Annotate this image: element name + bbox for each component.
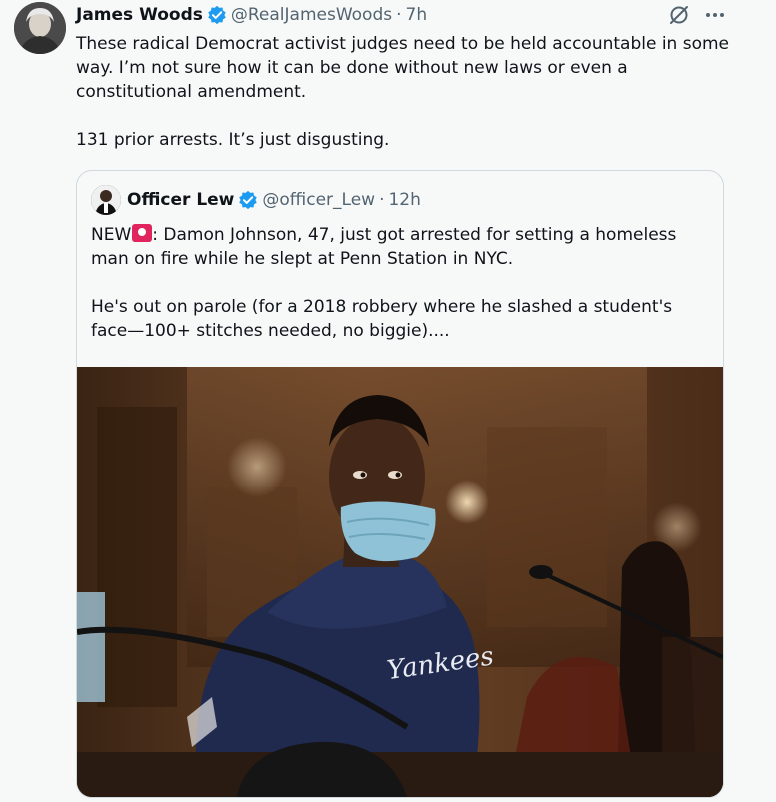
quoted-header-separator: · — [379, 190, 385, 210]
quoted-paragraph: He's out on parole (for a 2018 robbery w… — [91, 297, 673, 341]
grok-icon[interactable] — [668, 4, 690, 26]
quoted-author-avatar-image — [91, 185, 121, 215]
more-options-icon[interactable] — [704, 10, 726, 20]
quoted-author-name[interactable]: Officer Lew — [127, 189, 234, 211]
quoted-tweet-card[interactable]: Officer Lew @officer_Lew · 12h NEW: Damo… — [76, 170, 724, 798]
tweet-body: These radical Democrat activist judges n… — [76, 32, 736, 152]
new-label: NEW — [91, 225, 132, 245]
author-avatar[interactable] — [14, 2, 66, 54]
tweet-top-actions — [668, 4, 726, 26]
author-name[interactable]: James Woods — [76, 4, 203, 26]
author-handle[interactable]: @RealJamesWoods — [231, 4, 392, 26]
header-separator: · — [396, 5, 402, 25]
author-avatar-image — [14, 2, 66, 54]
tweet-paragraph: These radical Democrat activist judges n… — [76, 34, 730, 102]
quoted-tweet-body: NEW: Damon Johnson, 47, just got arreste… — [91, 223, 711, 343]
verified-badge-icon — [239, 190, 258, 210]
quoted-tweet-header: Officer Lew @officer_Lew · 12h — [91, 185, 421, 215]
siren-emoji-icon — [132, 224, 153, 242]
verified-badge-icon — [208, 5, 226, 25]
quoted-author-avatar[interactable] — [91, 185, 121, 215]
quoted-tweet-photo[interactable]: Yankees — [77, 367, 723, 797]
timestamp[interactable]: 7h — [406, 4, 428, 26]
quoted-author-handle[interactable]: @officer_Lew — [262, 189, 375, 211]
headline-text: : Damon Johnson, 47, just got arrested f… — [91, 225, 677, 269]
quoted-timestamp[interactable]: 12h — [388, 189, 420, 211]
tweet-header: James Woods @RealJamesWoods · 7h — [76, 4, 427, 26]
courtroom-photo-image: Yankees — [77, 367, 723, 797]
tweet-paragraph: 131 prior arrests. It’s just disgusting. — [76, 130, 390, 150]
quoted-paragraph: NEW: Damon Johnson, 47, just got arreste… — [91, 223, 711, 271]
